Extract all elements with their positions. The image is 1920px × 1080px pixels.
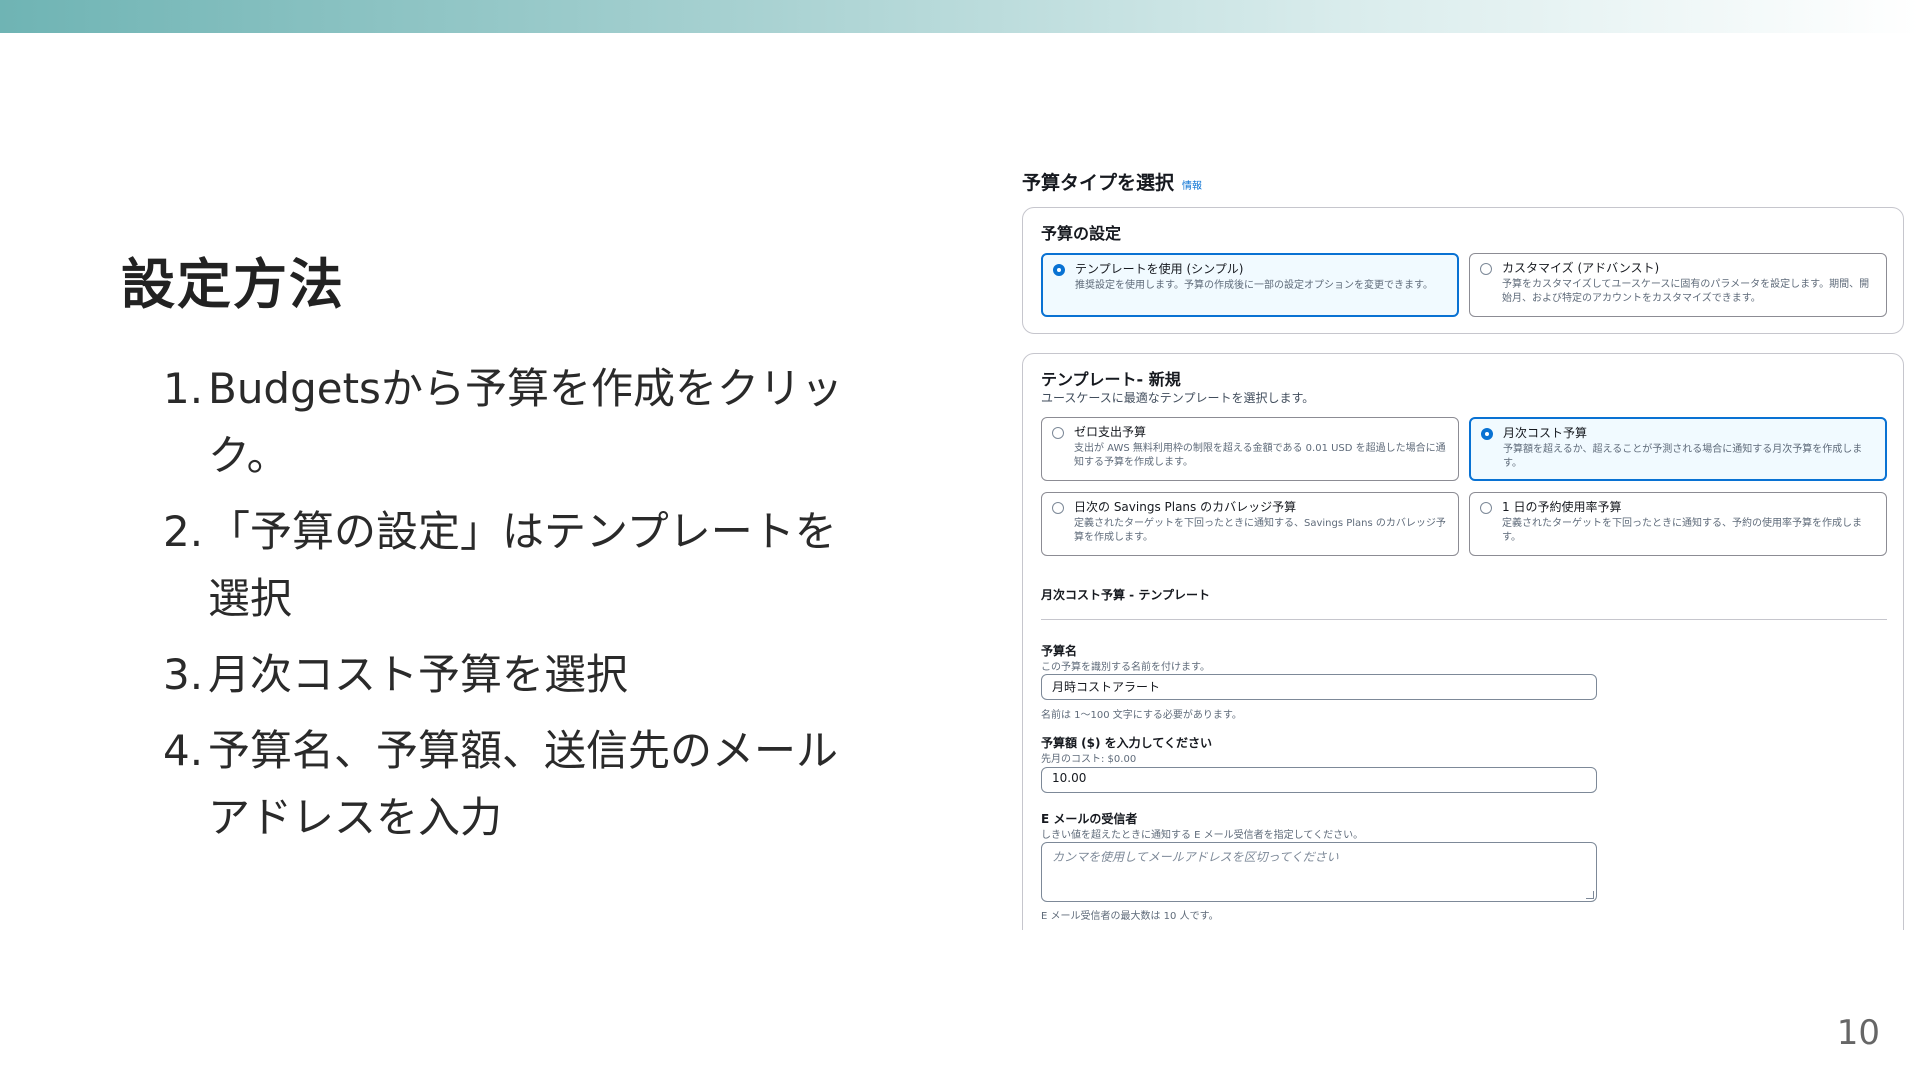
zero-spend-option-tile[interactable]: ゼロ支出予算 支出が AWS 無料利用枠の制限を超える金額である 0.01 US…	[1041, 417, 1459, 481]
option-desc: 予算額を超えるか、超えることが予測される場合に通知する月次予算を作成します。	[1503, 444, 1863, 469]
option-label: ゼロ支出予算	[1074, 425, 1147, 439]
step-item: 3. 月次コスト予算を選択	[163, 641, 863, 708]
radio-unselected-icon[interactable]	[1480, 502, 1492, 514]
option-label: カスタマイズ (アドバンスト)	[1502, 261, 1660, 275]
step-number: 1.	[163, 364, 204, 413]
radio-unselected-icon[interactable]	[1052, 502, 1064, 514]
step-item: 4. 予算名、予算額、送信先のメールアドレスを入力	[163, 717, 863, 851]
option-desc: 定義されたターゲットを下回ったときに通知する、Savings Plans のカバ…	[1074, 518, 1446, 543]
option-desc: 支出が AWS 無料利用枠の制限を超える金額である 0.01 USD を超過した…	[1074, 443, 1446, 468]
radio-selected-icon[interactable]	[1481, 428, 1493, 440]
resize-handle-icon[interactable]	[1586, 891, 1594, 899]
monthly-cost-option-tile[interactable]: 月次コスト予算 予算額を超えるか、超えることが予測される場合に通知する月次予算を…	[1469, 417, 1887, 481]
template-option-tile[interactable]: テンプレートを使用 (シンプル) 推奨設定を使用します。予算の作成後に一部の設定…	[1041, 253, 1459, 317]
step-number: 3.	[163, 650, 204, 699]
step-text: 予算名、予算額、送信先のメールアドレスを入力	[208, 726, 839, 842]
option-label: 月次コスト予算	[1503, 426, 1588, 440]
budget-amount-desc: 先月のコスト: $0.00	[1041, 754, 1137, 765]
step-item: 1. Budgetsから予算を作成をクリック。	[163, 355, 863, 489]
templates-card: テンプレート- 新規 ユースケースに最適なテンプレートを選択します。 ゼロ支出予…	[1022, 353, 1904, 930]
reservation-option-tile[interactable]: 1 日の予約使用率予算 定義されたターゲットを下回ったときに通知する、予約の使用…	[1469, 492, 1887, 556]
budget-name-input[interactable]: 月時コストアラート	[1041, 674, 1597, 700]
budget-type-heading: 予算タイプを選択 情報	[1022, 168, 1202, 195]
option-desc: 定義されたターゲットを下回ったときに通知する、予約の使用率予算を作成します。	[1502, 518, 1862, 543]
radio-unselected-icon[interactable]	[1480, 263, 1492, 275]
savings-plans-option-tile[interactable]: 日次の Savings Plans のカバレッジ予算 定義されたターゲットを下回…	[1041, 492, 1459, 556]
email-recipients-label: E メールの受信者	[1041, 812, 1138, 826]
customize-option-tile[interactable]: カスタマイズ (アドバンスト) 予算をカスタマイズしてユースケースに固有のパラメ…	[1469, 253, 1887, 317]
budget-amount-input[interactable]: 10.00	[1041, 767, 1597, 793]
steps-list: 1. Budgetsから予算を作成をクリック。 2. 「予算の設定」はテンプレー…	[163, 355, 863, 860]
budget-name-desc: この予算を識別する名前を付けます。	[1041, 662, 1210, 673]
budget-name-hint: 名前は 1～100 文字にする必要があります。	[1041, 710, 1242, 721]
heading-text: 予算タイプを選択	[1022, 172, 1175, 194]
email-recipients-hint: E メール受信者の最大数は 10 人です。	[1041, 911, 1219, 922]
section-divider	[1041, 619, 1887, 620]
templates-desc: ユースケースに最適なテンプレートを選択します。	[1041, 391, 1315, 405]
option-desc: 予算をカスタマイズしてユースケースに固有のパラメータを設定します。期間、開始月、…	[1502, 279, 1870, 304]
option-desc: 推奨設定を使用します。予算の作成後に一部の設定オプションを変更できます。	[1075, 280, 1433, 291]
email-recipients-textarea[interactable]: カンマを使用してメールアドレスを区切ってください	[1041, 842, 1597, 902]
slide-title: 設定方法	[121, 253, 345, 316]
radio-unselected-icon[interactable]	[1052, 427, 1064, 439]
email-recipients-desc: しきい値を超えたときに通知する E メール受信者を指定してください。	[1041, 830, 1364, 841]
budget-name-label: 予算名	[1041, 644, 1078, 658]
step-text: Budgetsから予算を作成をクリック。	[208, 364, 843, 480]
budget-setup-title: 予算の設定	[1041, 224, 1122, 243]
option-label: テンプレートを使用 (シンプル)	[1075, 262, 1244, 276]
step-number: 2.	[163, 507, 204, 556]
step-text: 月次コスト予算を選択	[208, 650, 629, 699]
radio-selected-icon[interactable]	[1053, 264, 1065, 276]
info-link[interactable]: 情報	[1182, 181, 1202, 192]
step-item: 2. 「予算の設定」はテンプレートを選択	[163, 498, 863, 632]
page-number: 10	[1836, 1013, 1880, 1053]
option-label: 1 日の予約使用率予算	[1502, 500, 1622, 514]
budget-amount-label: 予算額 ($) を入力してください	[1041, 736, 1212, 750]
step-text: 「予算の設定」はテンプレートを選択	[208, 507, 837, 623]
email-placeholder: カンマを使用してメールアドレスを区切ってください	[1052, 850, 1339, 864]
step-number: 4.	[163, 726, 204, 775]
header-gradient-bar	[0, 0, 1920, 33]
option-label: 日次の Savings Plans のカバレッジ予算	[1074, 500, 1297, 514]
budget-setup-card: 予算の設定 テンプレートを使用 (シンプル) 推奨設定を使用します。予算の作成後…	[1022, 207, 1904, 334]
budget-screenshot: 予算タイプを選択 情報 予算の設定 テンプレートを使用 (シンプル) 推奨設定を使…	[1018, 160, 1908, 930]
templates-title: テンプレート- 新規	[1041, 370, 1181, 389]
monthly-template-title: 月次コスト予算 - テンプレート	[1041, 588, 1210, 602]
